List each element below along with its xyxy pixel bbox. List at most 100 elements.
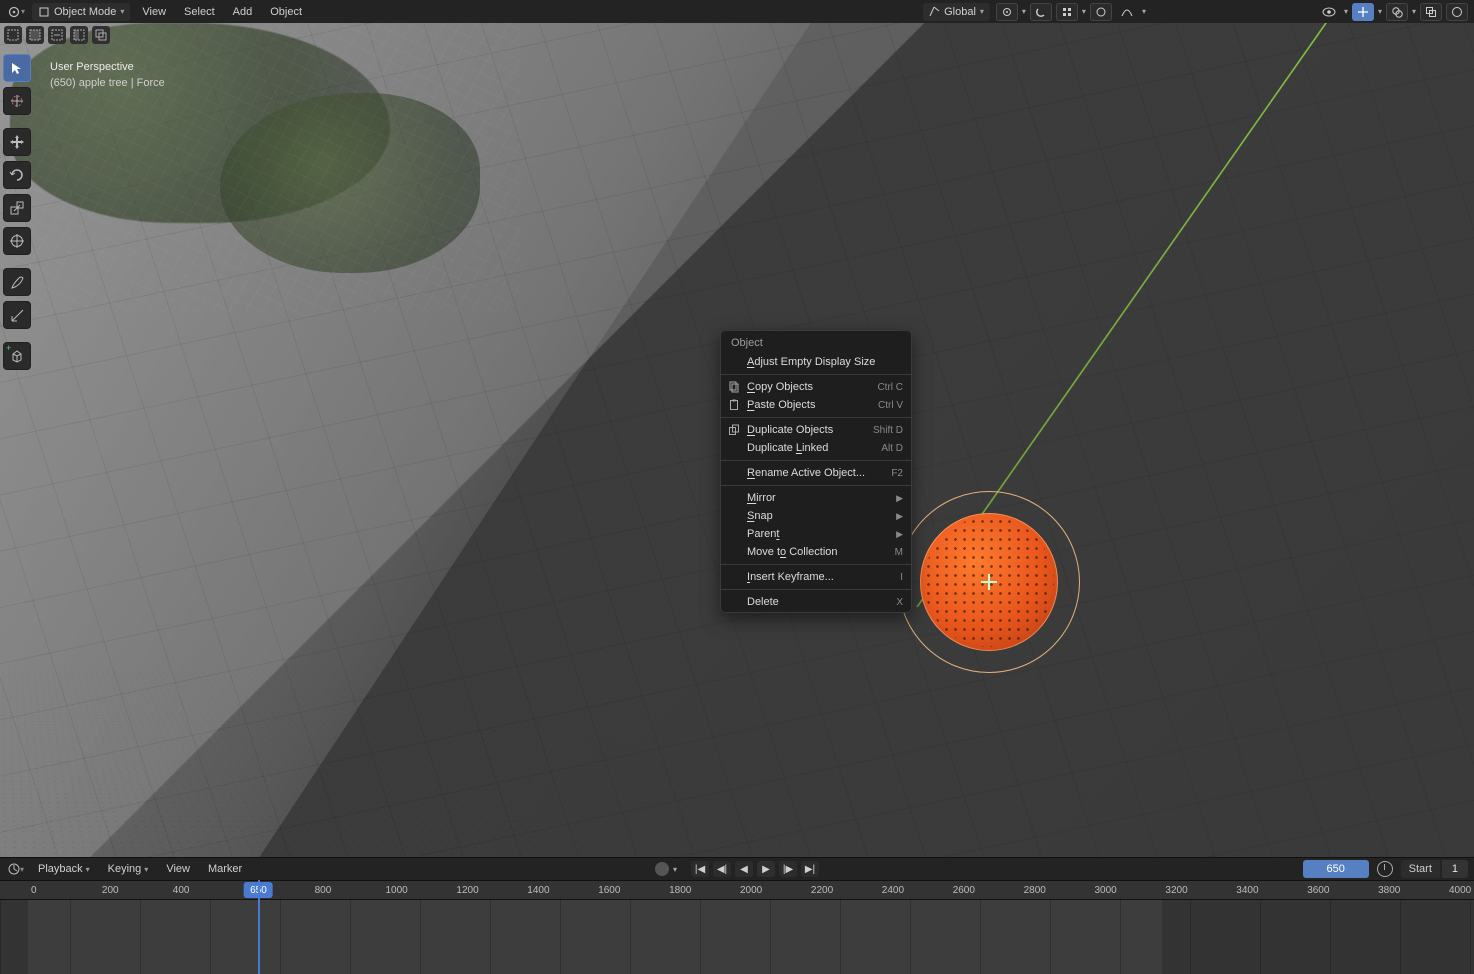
ctx-duplicate-linked[interactable]: Duplicate LinkedAlt D [721, 439, 911, 457]
toolbar-left [3, 54, 33, 370]
playhead[interactable] [258, 880, 260, 974]
hud-object: (650) apple tree | Force [50, 75, 165, 91]
ruler-tick: 3400 [1233, 881, 1258, 899]
menu-keying[interactable]: Keying▾ [102, 860, 155, 878]
snap-dropdown[interactable] [1056, 3, 1078, 21]
ruler-tick: 2800 [1021, 881, 1046, 899]
select-extend-icon[interactable] [26, 26, 44, 44]
timeline-header: ▾ Playback▾ Keying▾ View Marker ▾ |◀ ◀| … [0, 857, 1474, 880]
play-reverse-button[interactable]: ◀ [735, 861, 753, 877]
menu-select[interactable]: Select [178, 6, 221, 18]
frame-start-field[interactable]: Start 1 [1401, 860, 1468, 878]
menu-tl-view[interactable]: View [160, 860, 196, 878]
paste-icon [727, 398, 741, 412]
proportional-toggle[interactable] [1090, 3, 1112, 21]
ruler-tick: 1600 [595, 881, 620, 899]
chevron-right-icon: ▶ [896, 511, 903, 522]
cube-icon [38, 6, 50, 18]
timeline-track[interactable] [0, 900, 1474, 974]
ruler-tick: 800 [312, 881, 332, 899]
xray-toggle[interactable] [1420, 3, 1442, 21]
ctx-copy-objects[interactable]: Copy ObjectsCtrl C [721, 378, 911, 396]
ctx-mirror[interactable]: Mirror▶ [721, 489, 911, 507]
autokey-toggle[interactable] [655, 862, 669, 876]
ruler-tick: 3200 [1162, 881, 1187, 899]
select-invert-icon[interactable] [70, 26, 88, 44]
keyframe-prev-button[interactable]: ◀| [713, 861, 731, 877]
ruler-tick: 3600 [1304, 881, 1329, 899]
menu-add[interactable]: Add [227, 6, 259, 18]
select-mode-strip [0, 23, 114, 47]
timeline-editor-icon[interactable]: ▾ [6, 859, 26, 879]
menu-view[interactable]: View [136, 6, 172, 18]
mode-dropdown[interactable]: Object Mode ▾ [32, 3, 130, 21]
jump-start-button[interactable]: |◀ [691, 861, 709, 877]
ctx-item-label: Insert Keyframe... [747, 571, 834, 583]
shading-wireframe[interactable] [1446, 3, 1468, 21]
visibility-icon[interactable] [1318, 3, 1340, 21]
tool-select-box[interactable] [3, 54, 31, 82]
shortcut-label: I [900, 572, 903, 583]
overlay-toggle[interactable] [1386, 3, 1408, 21]
start-value: 1 [1442, 860, 1468, 878]
tool-measure[interactable] [3, 301, 31, 329]
select-set-icon[interactable] [4, 26, 22, 44]
pivot-dropdown[interactable] [996, 3, 1018, 21]
context-menu: Object Adjust Empty Display SizeCopy Obj… [720, 330, 912, 613]
jump-end-button[interactable]: ▶| [801, 861, 819, 877]
autokey-dropdown[interactable]: ▾ [673, 865, 677, 874]
shortcut-label: M [895, 547, 903, 558]
orientation-label: Global [944, 6, 976, 18]
timeline-editor: ▾ Playback▾ Keying▾ View Marker ▾ |◀ ◀| … [0, 857, 1474, 974]
ctx-item-label: Parent [747, 528, 779, 540]
play-button[interactable]: ▶ [757, 861, 775, 877]
ruler-tick: 1400 [524, 881, 549, 899]
transport-controls: ▾ |◀ ◀| ◀ ▶ |▶ ▶| [655, 861, 819, 877]
current-frame-field[interactable]: 650 [1303, 860, 1369, 878]
timeline-ruler[interactable]: 0200400600800100012001400160018002000220… [0, 880, 1474, 900]
chevron-right-icon: ▶ [896, 529, 903, 540]
ruler-tick: 3000 [1092, 881, 1117, 899]
menu-marker[interactable]: Marker [202, 860, 248, 878]
select-subtract-icon[interactable] [48, 26, 66, 44]
select-intersect-icon[interactable] [92, 26, 110, 44]
ruler-tick: 2000 [737, 881, 762, 899]
ruler-tick: 0 [28, 881, 37, 899]
shortcut-label: X [896, 597, 903, 608]
ctx-move-to-collection[interactable]: Move to Collection M [721, 543, 911, 561]
gizmo-toggle[interactable] [1352, 3, 1374, 21]
proportional-dropdown[interactable] [1116, 3, 1138, 21]
dup-icon [727, 423, 741, 437]
tool-add-primitive[interactable] [3, 342, 31, 370]
ctx-insert-keyframe[interactable]: Insert Keyframe... I [721, 568, 911, 586]
orientation-dropdown[interactable]: Global ▾ [923, 3, 990, 21]
tool-scale[interactable] [3, 194, 31, 222]
start-label: Start [1401, 860, 1440, 878]
menu-playback[interactable]: Playback▾ [32, 860, 96, 878]
tool-annotate[interactable] [3, 268, 31, 296]
ctx-snap[interactable]: Snap▶ [721, 507, 911, 525]
ctx-item-label: Rename Active Object... [747, 467, 865, 479]
shortcut-label: Shift D [873, 425, 903, 436]
clock-icon[interactable] [1377, 861, 1393, 877]
ctx-parent[interactable]: Parent ▶ [721, 525, 911, 543]
ruler-tick: 1000 [383, 881, 408, 899]
ctx-adjust-empty-display-size[interactable]: Adjust Empty Display Size [721, 353, 911, 371]
ctx-item-label: Move to Collection [747, 546, 838, 558]
snap-toggle[interactable] [1030, 3, 1052, 21]
tool-cursor[interactable] [3, 87, 31, 115]
ctx-item-label: Duplicate Linked [747, 442, 828, 454]
ctx-rename-active-object[interactable]: Rename Active Object...F2 [721, 464, 911, 482]
tool-rotate[interactable] [3, 161, 31, 189]
tool-transform[interactable] [3, 227, 31, 255]
mode-label: Object Mode [54, 6, 116, 18]
ctx-duplicate-objects[interactable]: Duplicate ObjectsShift D [721, 421, 911, 439]
viewport-hud: User Perspective (650) apple tree | Forc… [50, 59, 165, 91]
menu-object[interactable]: Object [264, 6, 308, 18]
ctx-paste-objects[interactable]: Paste ObjectsCtrl V [721, 396, 911, 414]
tool-move[interactable] [3, 128, 31, 156]
keyframe-next-button[interactable]: |▶ [779, 861, 797, 877]
selected-object[interactable] [914, 507, 1064, 657]
ctx-delete[interactable]: DeleteX [721, 593, 911, 611]
editor-type-icon[interactable]: ▾ [6, 2, 26, 22]
